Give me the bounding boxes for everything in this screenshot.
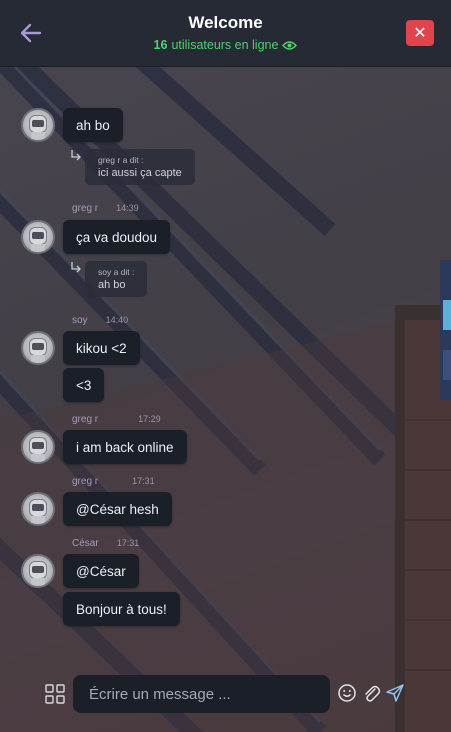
- online-label: utilisateurs en ligne: [171, 38, 279, 52]
- close-icon: ✕: [413, 25, 427, 42]
- attach-button[interactable]: [361, 683, 381, 703]
- avatar[interactable]: [21, 492, 55, 526]
- close-button[interactable]: ✕: [406, 20, 434, 46]
- apps-grid-icon: [45, 684, 65, 704]
- online-status: 16 utilisateurs en ligne: [0, 38, 451, 52]
- author-name: greg r: [72, 203, 99, 214]
- message-bubble: <3: [63, 368, 105, 402]
- message-bubble: ah bo: [63, 108, 123, 142]
- quoted-text: ah bo: [98, 279, 126, 291]
- quoted-author: soy a dit :: [98, 267, 135, 277]
- apps-button[interactable]: [45, 684, 65, 704]
- quoted-message: greg r a dit : ici aussi ça capte: [85, 149, 195, 185]
- message-bubble: kikou <2: [63, 331, 140, 365]
- avatar[interactable]: [21, 430, 55, 464]
- paperclip-icon: [365, 685, 381, 702]
- message-bubble: @César: [63, 554, 139, 588]
- reply-arrow-icon: [71, 262, 81, 273]
- online-count: 16: [153, 38, 168, 52]
- avatar[interactable]: [21, 331, 55, 365]
- quoted-author: greg r a dit :: [98, 155, 144, 165]
- avatar[interactable]: [21, 220, 55, 254]
- author-name: greg r: [72, 414, 99, 425]
- message-bubble: i am back online: [63, 430, 187, 464]
- avatar[interactable]: [21, 554, 55, 588]
- quoted-message: soy a dit : ah bo: [85, 261, 148, 297]
- message-bubble: ça va doudou: [63, 220, 171, 254]
- send-button[interactable]: [385, 683, 405, 703]
- message-time: 17:31: [132, 476, 155, 486]
- message-meta: greg r 17:31: [72, 476, 155, 487]
- quoted-text: ici aussi ça capte: [98, 167, 182, 179]
- emoji-button[interactable]: [337, 683, 357, 703]
- author-name: soy: [72, 315, 88, 326]
- message-time: 14:39: [116, 203, 139, 213]
- send-icon: [386, 684, 404, 702]
- avatar[interactable]: [21, 108, 55, 142]
- chat-header: Welcome 16 utilisateurs en ligne ✕: [0, 0, 451, 67]
- message-time: 17:31: [116, 538, 140, 548]
- message-meta: greg r 14:39: [72, 203, 139, 214]
- message-meta: César 17:31: [72, 538, 139, 549]
- emoji-icon: [338, 684, 356, 702]
- message-input[interactable]: [73, 675, 330, 713]
- message-time: 14:40: [105, 315, 129, 325]
- message-meta: soy 14:40: [72, 315, 128, 326]
- message-meta: greg r 17:29: [72, 414, 161, 425]
- reply-arrow-icon: [71, 150, 81, 161]
- message-bubble: @César hesh: [63, 492, 172, 526]
- message-list[interactable]: ah bo greg r a dit : ici aussi ça capte …: [0, 67, 451, 667]
- author-name: César: [72, 538, 99, 549]
- eye-icon: [282, 40, 298, 50]
- message-bubble: Bonjour à tous!: [63, 592, 180, 626]
- author-name: greg r: [72, 476, 99, 487]
- page-title: Welcome: [188, 13, 263, 32]
- message-time: 17:29: [138, 414, 161, 424]
